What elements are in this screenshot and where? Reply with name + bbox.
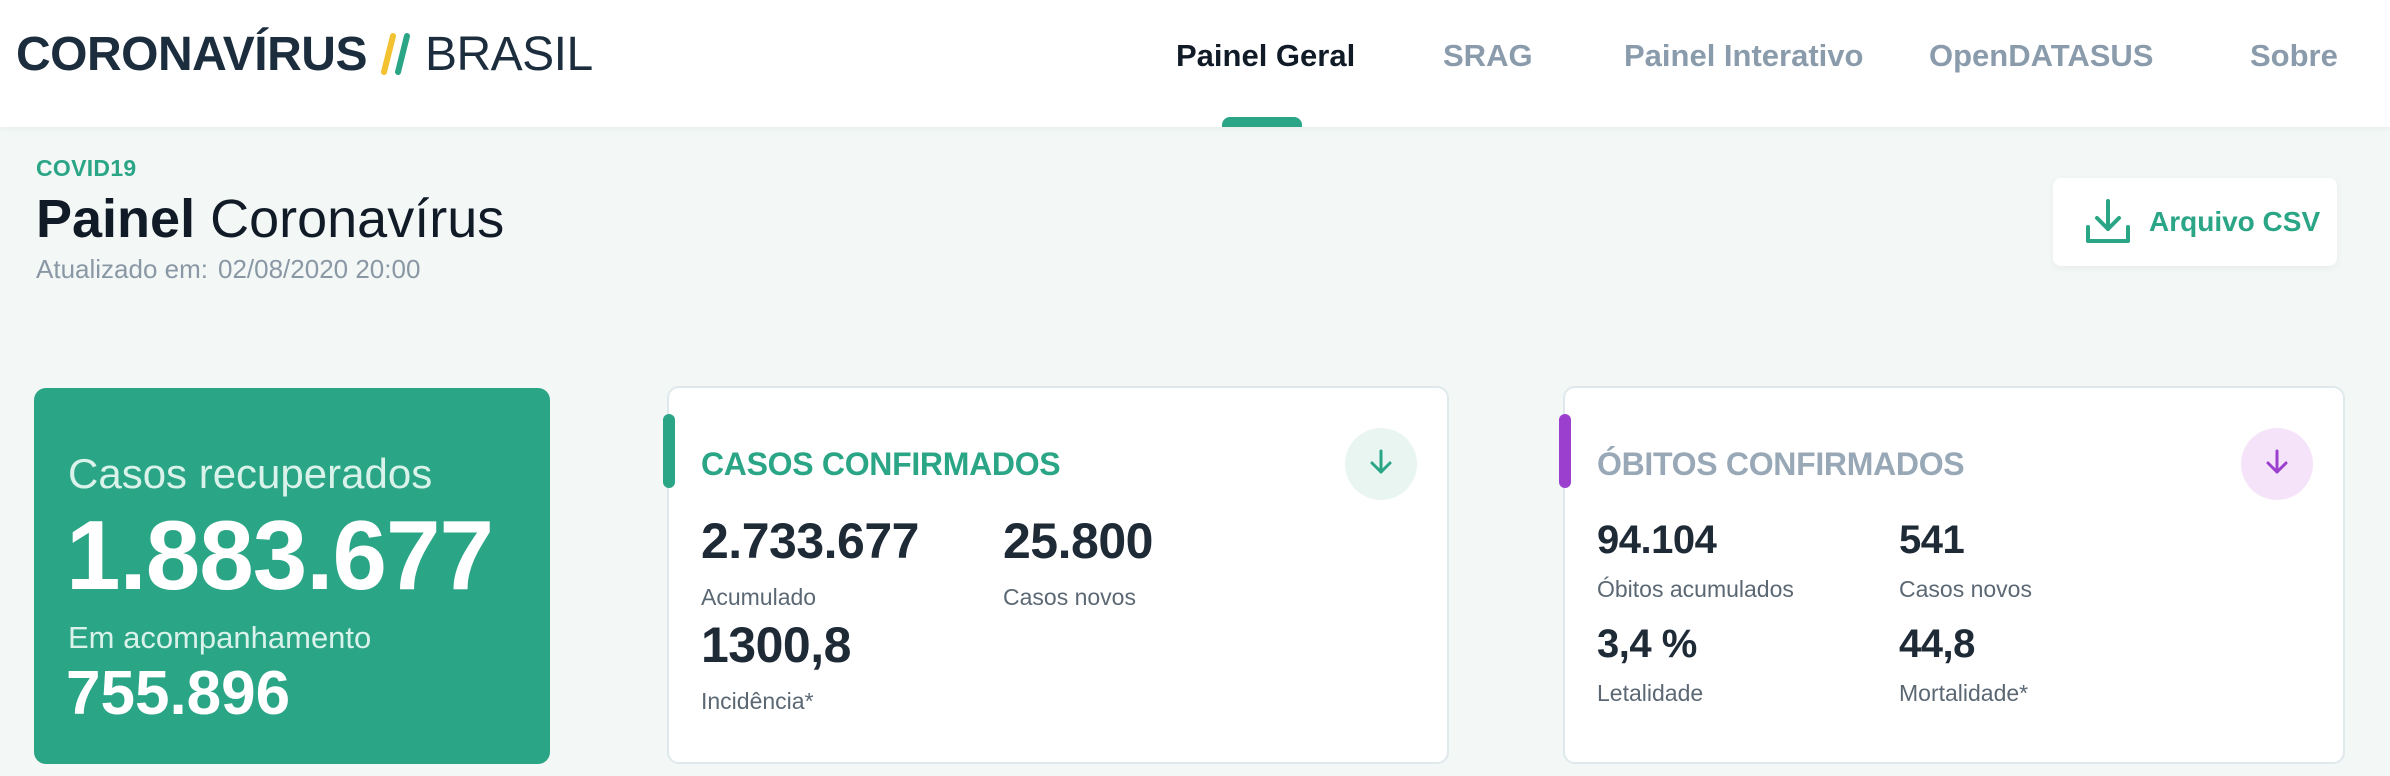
- deaths-accumulated-value: 94.104: [1597, 518, 1717, 562]
- monitoring-label: Em acompanhamento: [68, 620, 372, 655]
- nav-sobre[interactable]: Sobre: [2250, 34, 2338, 78]
- download-icon: [2083, 197, 2133, 247]
- card-accent-bar: [1559, 414, 1571, 488]
- logo-country-text: BRASIL: [424, 27, 593, 81]
- deaths-accumulated-label: Óbitos acumulados: [1597, 576, 1794, 602]
- expand-cases-button[interactable]: [1345, 428, 1417, 500]
- confirmed-cases-card: CASOS CONFIRMADOS 2.733.677 Acumulado 25…: [663, 386, 1449, 764]
- deaths-new-value: 541: [1899, 518, 1965, 562]
- page-eyebrow: COVID19: [36, 155, 137, 181]
- page-title-strong: Painel: [36, 189, 196, 249]
- top-header: CORONAVÍRUS BRASIL Painel Geral SRAG Pai…: [0, 0, 2390, 127]
- download-csv-label: Arquivo CSV: [2149, 206, 2321, 237]
- card-accent-bar: [663, 414, 675, 488]
- cases-incidence-value: 1300,8: [701, 617, 851, 673]
- recovered-value: 1.883.677: [66, 500, 494, 610]
- deaths-mortality-value: 44,8: [1899, 622, 1975, 666]
- cases-accumulated-value: 2.733.677: [701, 513, 919, 569]
- monitoring-value: 755.896: [66, 659, 291, 728]
- nav-srag[interactable]: SRAG: [1443, 34, 1533, 78]
- updated-label: Atualizado em:: [36, 254, 208, 284]
- page-title-rest: Coronavírus: [210, 189, 505, 249]
- recovered-title: Casos recuperados: [68, 450, 433, 497]
- deaths-lethality-value: 3,4 %: [1597, 622, 1697, 666]
- site-logo[interactable]: CORONAVÍRUS BRASIL: [16, 24, 593, 84]
- nav-painel-geral[interactable]: Painel Geral: [1176, 34, 1355, 78]
- cases-accumulated-label: Acumulado: [701, 584, 817, 610]
- confirmed-deaths-card: ÓBITOS CONFIRMADOS 94.104 Óbitos acumula…: [1559, 386, 2345, 764]
- logo-slashes-icon: [380, 32, 411, 76]
- nav-opendatasus[interactable]: OpenDATASUS: [1929, 34, 2153, 78]
- confirmed-cases-title: CASOS CONFIRMADOS: [701, 446, 1061, 482]
- arrow-down-icon: [1368, 448, 1394, 481]
- last-updated: Atualizado em: 02/08/2020 20:00: [36, 254, 420, 285]
- arrow-down-icon: [2264, 448, 2290, 481]
- updated-date: 02/08/2020 20:00: [217, 254, 421, 284]
- deaths-new-label: Casos novos: [1899, 576, 2032, 602]
- cases-new-label: Casos novos: [1003, 584, 1136, 610]
- download-csv-button[interactable]: Arquivo CSV: [2053, 178, 2337, 266]
- cases-incidence-label: Incidência*: [701, 688, 814, 714]
- confirmed-deaths-title: ÓBITOS CONFIRMADOS: [1597, 446, 1965, 482]
- nav-painel-interativo[interactable]: Painel Interativo: [1624, 34, 1863, 78]
- page-title: Painel Coronavírus: [36, 184, 504, 254]
- logo-main-text: CORONAVÍRUS: [16, 27, 367, 81]
- deaths-mortality-label: Mortalidade*: [1899, 680, 2029, 706]
- deaths-lethality-label: Letalidade: [1597, 680, 1704, 706]
- recovered-cases-card: Casos recuperados 1.883.677 Em acompanha…: [34, 388, 550, 764]
- expand-deaths-button[interactable]: [2241, 428, 2313, 500]
- cases-new-value: 25.800: [1003, 513, 1153, 569]
- nav-active-indicator: [1222, 117, 1302, 127]
